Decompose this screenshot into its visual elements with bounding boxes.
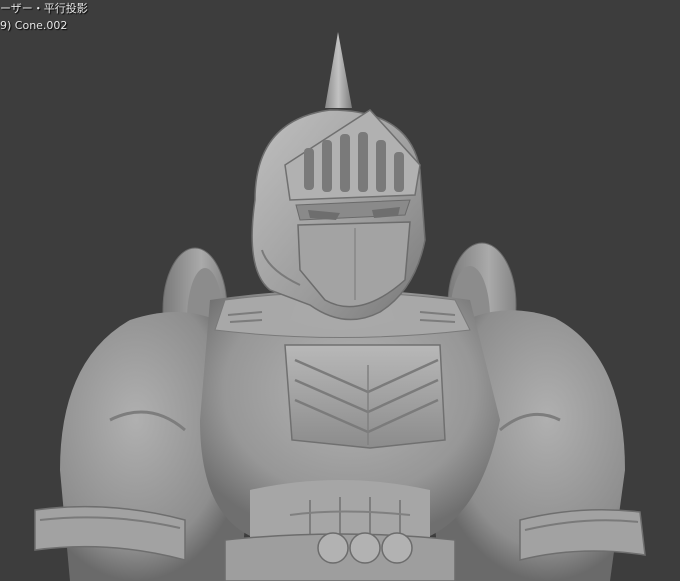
helmet [251,32,426,321]
viewport-overlay-text: ーザー・平行投影 9) Cone.002 [0,0,88,34]
belt [224,532,456,581]
3d-viewport[interactable]: ーザー・平行投影 9) Cone.002 [0,0,680,581]
view-mode-label: ーザー・平行投影 [0,2,88,15]
abdomen [250,480,430,540]
chest-plate [284,344,446,449]
active-object-label: 9) Cone.002 [0,19,68,32]
knight-sculpt-model [34,32,646,581]
